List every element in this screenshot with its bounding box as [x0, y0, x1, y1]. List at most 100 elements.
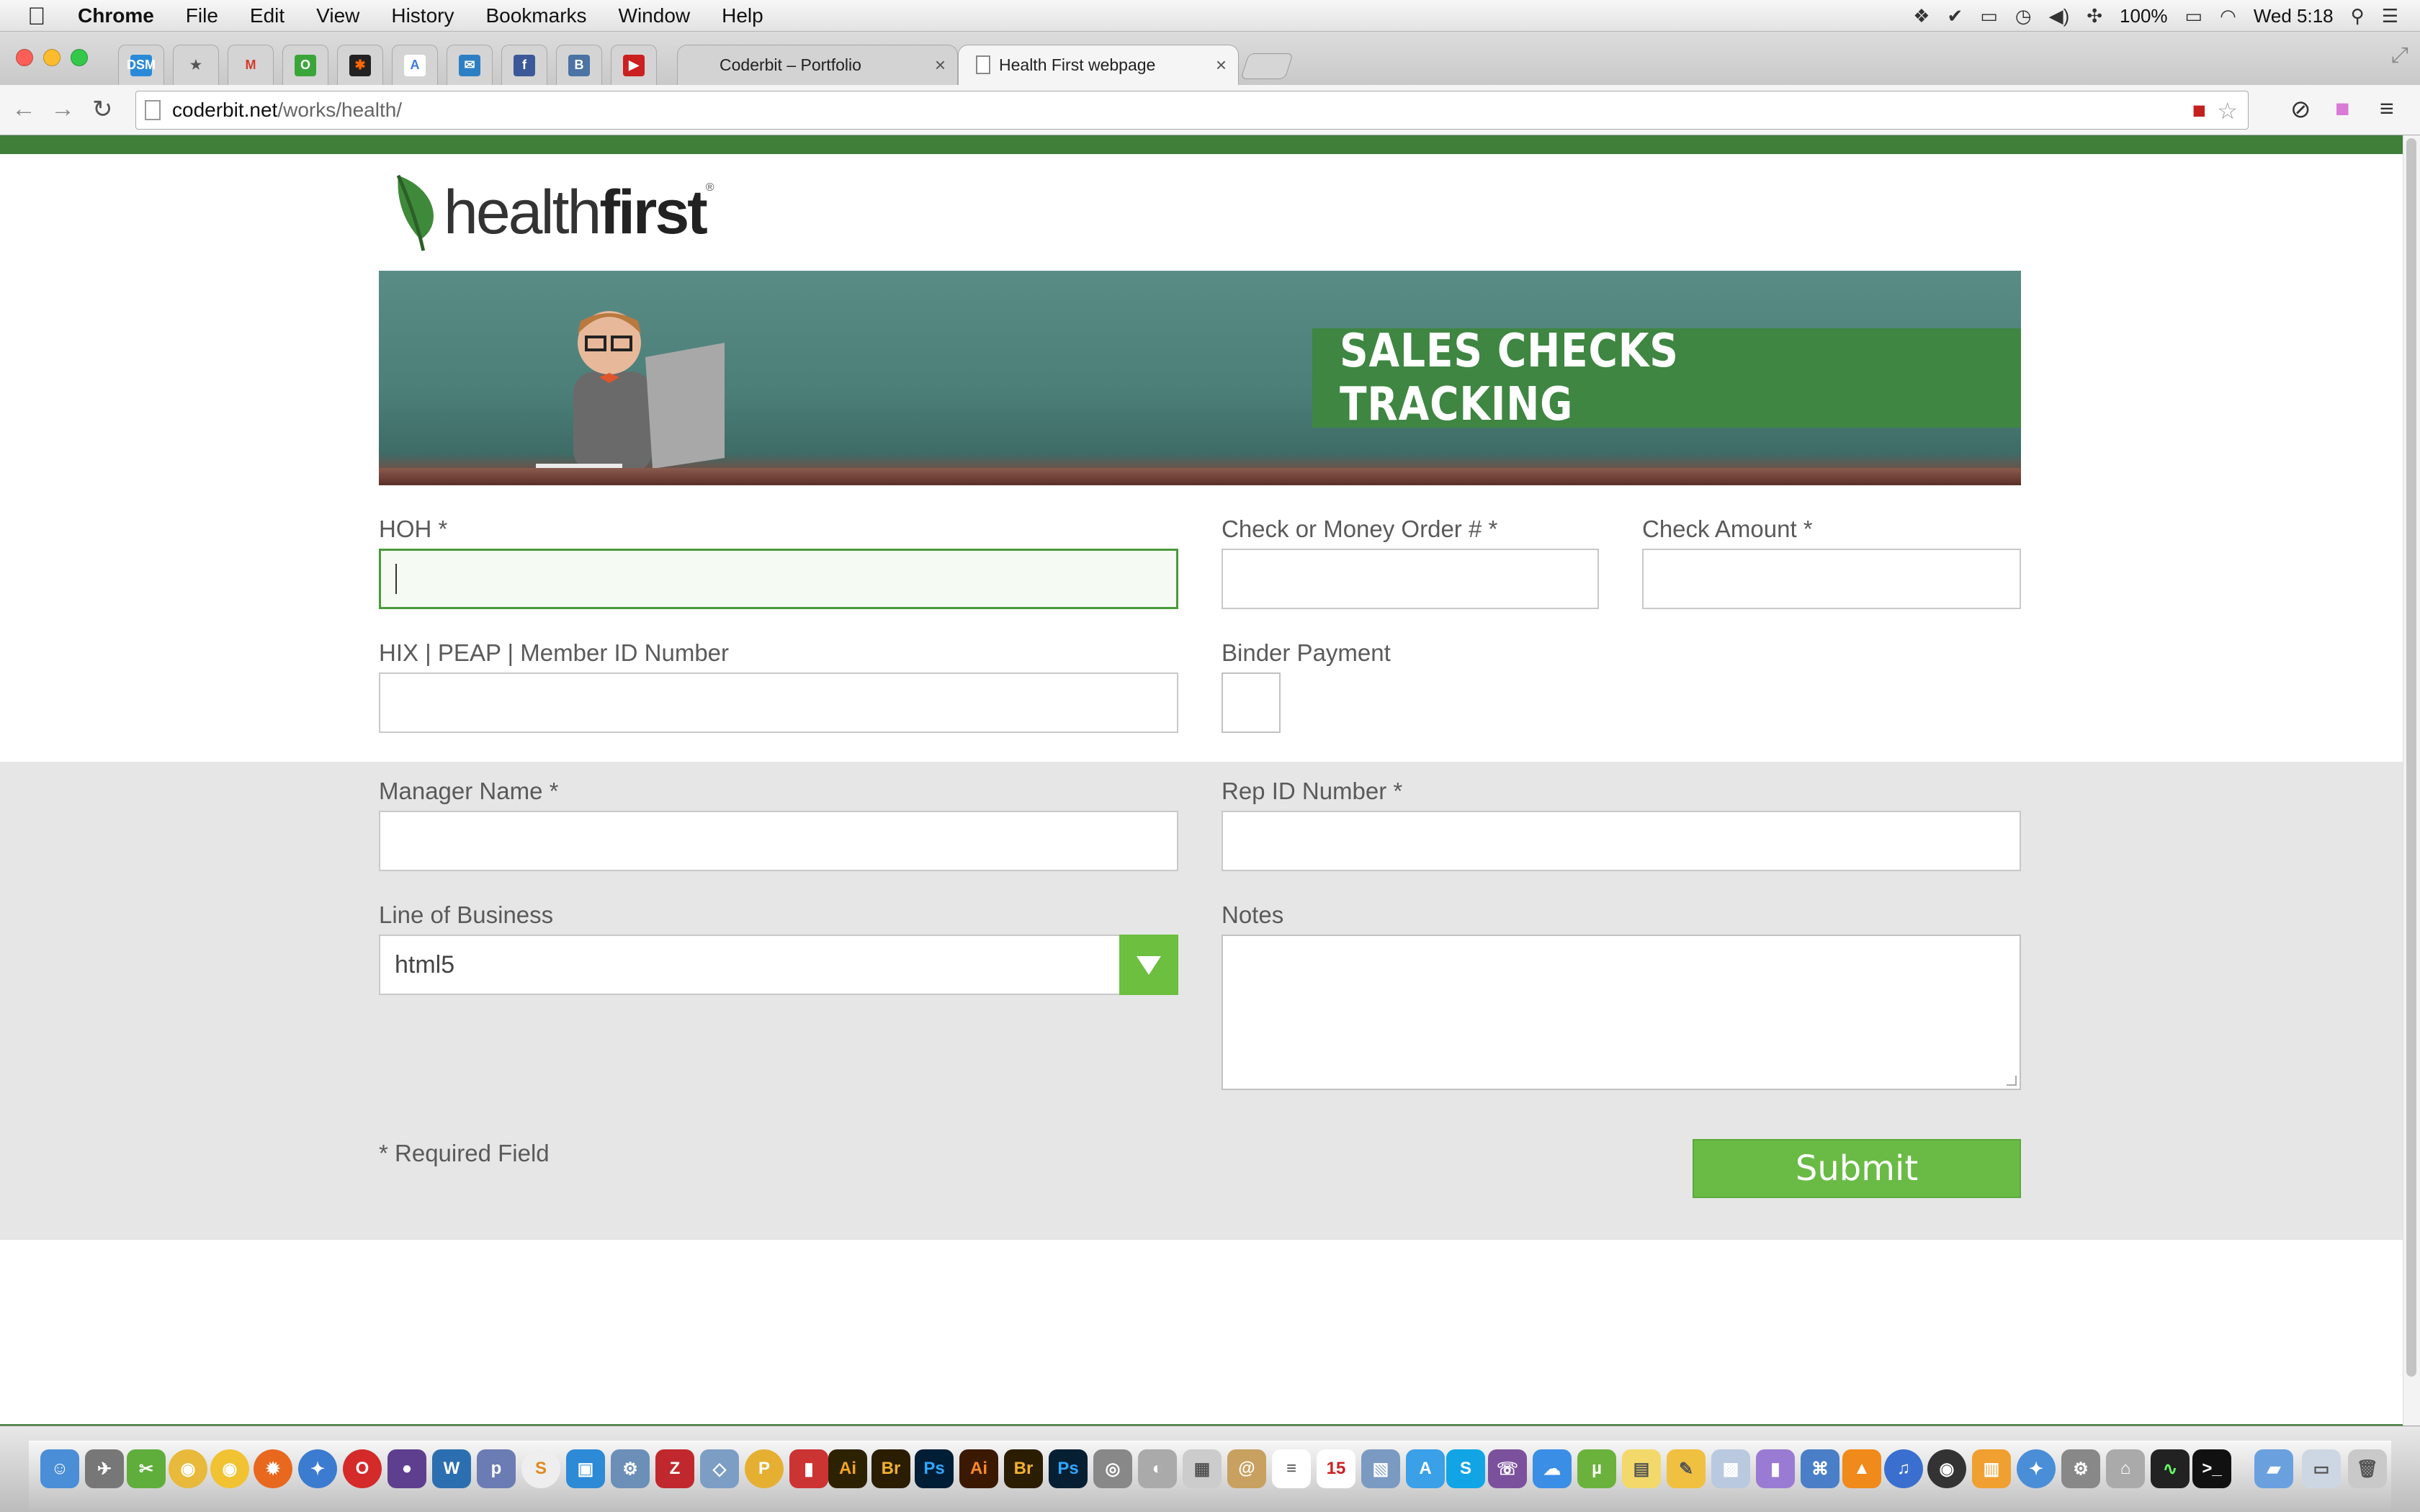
pinned-tab-translate[interactable]: A — [392, 45, 438, 85]
pinned-tab-lastfm[interactable]: ✱ — [337, 45, 383, 85]
menu-edit[interactable]: Edit — [250, 4, 284, 27]
close-window-button[interactable] — [16, 49, 33, 66]
menu-app-name[interactable]: Chrome — [78, 4, 154, 27]
launchpad-icon[interactable]: ✈ — [85, 1449, 124, 1488]
pinned-tab-odnoklassniki[interactable]: O — [282, 45, 328, 85]
bluetooth-icon[interactable]: ✣ — [2087, 5, 2102, 27]
pinned-tab-bookmarks[interactable]: ★ — [173, 45, 219, 85]
menu-file[interactable]: File — [186, 4, 218, 27]
system-preferences-icon[interactable]: ⚙ — [2061, 1449, 2100, 1488]
menu-bookmarks[interactable]: Bookmarks — [485, 4, 586, 27]
preview-icon[interactable]: ▧ — [1361, 1449, 1400, 1488]
app-store-icon[interactable]: A — [1406, 1449, 1445, 1488]
fullscreen-icon[interactable]: ⤢ — [2391, 43, 2408, 68]
activity-monitor-icon[interactable]: ∿ — [2151, 1449, 2190, 1488]
skype-icon[interactable]: S — [1446, 1449, 1485, 1488]
new-tab-button[interactable] — [1240, 53, 1294, 79]
applications-folder-icon[interactable]: ▰ — [2254, 1449, 2293, 1488]
clock[interactable]: Wed 5:18 — [2254, 5, 2334, 27]
utility-icon[interactable]: ⌂ — [2106, 1449, 2145, 1488]
notes-app-icon[interactable]: ✎ — [1667, 1449, 1706, 1488]
minimize-window-button[interactable] — [43, 49, 60, 66]
airplay-icon[interactable]: ▭ — [1980, 5, 1998, 27]
photo-app-icon[interactable]: ▩ — [1711, 1449, 1750, 1488]
spotlight-icon[interactable]: ⚲ — [2351, 5, 2365, 27]
itunes-icon[interactable]: ♫ — [1884, 1449, 1923, 1488]
folder-app-icon[interactable]: ▣ — [566, 1449, 605, 1488]
menu-history[interactable]: History — [391, 4, 454, 27]
scrollbar-thumb[interactable] — [2406, 138, 2416, 1377]
safari-alt-icon[interactable]: ✦ — [2017, 1449, 2056, 1488]
tab-health-first[interactable]: Health First webpage × — [958, 45, 1239, 85]
manager-name-input[interactable] — [379, 811, 1178, 871]
github-icon[interactable]: ● — [387, 1449, 426, 1488]
ibooks-icon[interactable]: ▥ — [1972, 1449, 2011, 1488]
hoh-input[interactable] — [379, 549, 1178, 609]
disk-utility-icon[interactable]: ◐ — [1138, 1449, 1177, 1488]
dropdown-arrow-icon[interactable] — [1119, 935, 1178, 995]
apple-icon[interactable]:  — [27, 3, 46, 31]
screenshot-icon[interactable]: ◎ — [1093, 1449, 1132, 1488]
activity-icon[interactable]: ▮ — [1756, 1449, 1795, 1488]
scissors-app-icon[interactable]: ✂ — [127, 1449, 166, 1488]
textedit-icon[interactable]: ≡ — [1272, 1449, 1311, 1488]
address-bar[interactable]: coderbit.net/works/health/ ■ ☆ — [135, 91, 2249, 130]
webstorm-icon[interactable]: W — [432, 1449, 471, 1488]
zoom-window-button[interactable] — [71, 49, 88, 66]
pinned-tab-dsm[interactable]: DSM — [118, 45, 164, 85]
page-info-icon[interactable] — [145, 100, 161, 120]
check-number-input[interactable] — [1222, 549, 1599, 609]
pinned-tab-youtube[interactable]: ▶ — [611, 45, 657, 85]
system-prefs-icon[interactable]: ⚙ — [611, 1449, 650, 1488]
bridge-icon[interactable]: Br — [871, 1449, 910, 1488]
bridge-cs-icon[interactable]: Br — [1004, 1449, 1043, 1488]
line-of-business-select[interactable]: html5 — [379, 935, 1178, 995]
firefox-icon[interactable]: ✹ — [254, 1449, 292, 1488]
vlc-icon[interactable]: ▲ — [1842, 1449, 1881, 1488]
healthfirst-logo[interactable]: healthfirst ® — [389, 164, 714, 253]
utorrent-icon[interactable]: µ — [1577, 1449, 1616, 1488]
notes-textarea[interactable] — [1222, 935, 2021, 1090]
evernote-icon[interactable]: ✔ — [1948, 5, 1963, 27]
illustrator-icon[interactable]: Ai — [828, 1449, 867, 1488]
close-tab-icon[interactable]: × — [935, 54, 946, 76]
dvd-player-icon[interactable]: ◉ — [1927, 1449, 1966, 1488]
opera-icon[interactable]: O — [343, 1449, 382, 1488]
notification-center-icon[interactable]: ☰ — [2382, 5, 2398, 27]
pinned-tab-vk[interactable]: B — [556, 45, 602, 85]
check-amount-input[interactable] — [1642, 549, 2021, 609]
wifi-icon[interactable]: ◠ — [2220, 5, 2236, 27]
calculator-icon[interactable]: ▦ — [1183, 1449, 1222, 1488]
chrome-canary-icon[interactable]: ◉ — [210, 1449, 249, 1488]
calendar-icon[interactable]: 15 — [1317, 1449, 1355, 1488]
close-tab-icon[interactable]: × — [1216, 54, 1227, 76]
terminal-icon[interactable]: >_ — [2192, 1449, 2231, 1488]
volume-icon[interactable]: ◀) — [2049, 5, 2070, 27]
extension-icon[interactable]: ⊘ — [2290, 95, 2311, 124]
viber-icon[interactable]: ☏ — [1488, 1449, 1527, 1488]
filezilla-icon[interactable]: Z — [655, 1449, 694, 1488]
rep-id-input[interactable] — [1222, 811, 2021, 871]
submit-button[interactable]: Submit — [1693, 1139, 2021, 1198]
reload-icon[interactable]: ↻ — [92, 95, 113, 124]
binder-payment-checkbox[interactable] — [1222, 672, 1281, 733]
member-id-input[interactable] — [379, 672, 1178, 733]
flash-icon[interactable]: ■ — [2192, 97, 2206, 124]
photoshop-icon[interactable]: Ps — [915, 1449, 954, 1488]
dropbox-icon[interactable]: ❖ — [1913, 5, 1930, 27]
messages-icon[interactable]: ☁ — [1533, 1449, 1572, 1488]
tab-coderbit-portfolio[interactable]: Coderbit – Portfolio × — [677, 45, 958, 85]
chrome-menu-icon[interactable]: ≡ — [2380, 95, 2394, 123]
menu-view[interactable]: View — [316, 4, 359, 27]
menu-window[interactable]: Window — [619, 4, 691, 27]
trash-icon[interactable]: 🗑 — [2348, 1449, 2387, 1488]
time-machine-icon[interactable]: ◷ — [2015, 5, 2032, 27]
can-icon[interactable]: ▮ — [789, 1449, 828, 1488]
page-scrollbar[interactable] — [2403, 135, 2420, 1426]
stickies-icon[interactable]: ▤ — [1622, 1449, 1661, 1488]
menu-help[interactable]: Help — [722, 4, 763, 27]
pinned-tab-gmail[interactable]: M — [228, 45, 274, 85]
illustrator-cs-icon[interactable]: Ai — [959, 1449, 998, 1488]
pinned-tab-facebook[interactable]: f — [501, 45, 547, 85]
bookmark-star-icon[interactable]: ☆ — [2217, 97, 2238, 125]
